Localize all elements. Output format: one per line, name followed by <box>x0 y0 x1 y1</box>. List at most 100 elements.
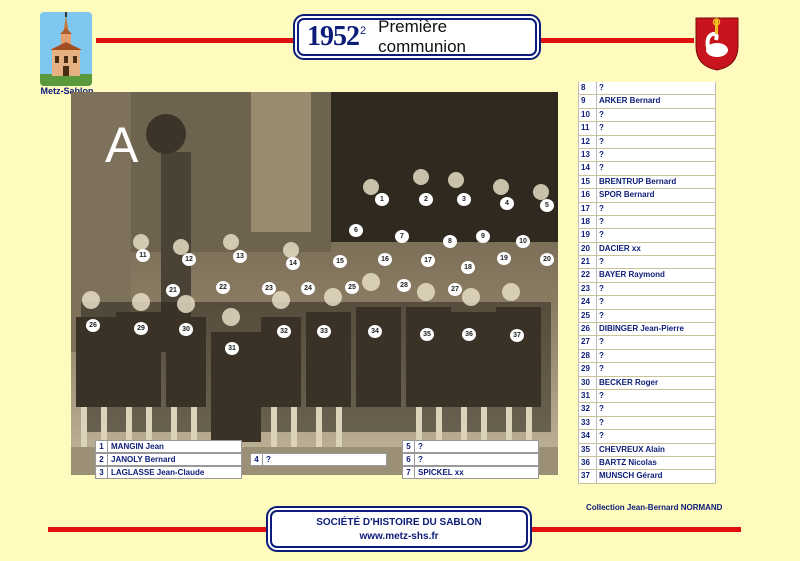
name-row-3: 3 LAGLASSE Jean-Claude <box>95 466 242 479</box>
marker-12: 12 <box>182 253 196 266</box>
marker-18: 18 <box>461 261 475 274</box>
list-item-number: 14 <box>578 162 596 175</box>
list-item-name: ? <box>596 430 716 443</box>
name-row-5: 5 ? <box>402 440 539 453</box>
list-item-number: 25 <box>578 309 596 323</box>
list-item-name: ARKER Bernard <box>596 95 716 108</box>
list-item-name: ? <box>596 282 716 296</box>
list-item-number: 30 <box>578 376 596 389</box>
list-item: 33? <box>578 416 716 431</box>
list-item: 8? <box>578 82 716 96</box>
list-item-number: 29 <box>578 363 596 376</box>
page-title: Première communion <box>378 17 466 56</box>
list-item: 15 BRENTRUP Bernard <box>578 175 716 190</box>
list-item-name: ? <box>596 148 716 162</box>
name-number: 1 <box>95 440 107 453</box>
list-item: 37 MUNSCH Gérard <box>578 470 716 484</box>
list-item-name: BARTZ Nicolas <box>596 456 716 470</box>
title-banner: 1952 2 Première communion <box>297 17 537 56</box>
marker-9: 9 <box>476 230 490 243</box>
church-logo <box>40 12 92 86</box>
name-value: ? <box>262 453 387 466</box>
list-item: 13? <box>578 148 716 163</box>
list-item: 18? <box>578 215 716 230</box>
marker-2: 2 <box>419 193 433 206</box>
marker-30: 30 <box>179 323 193 336</box>
list-item-number: 28 <box>578 349 596 363</box>
marker-8: 8 <box>443 235 457 248</box>
list-item: 12? <box>578 135 716 149</box>
marker-21: 21 <box>166 284 180 297</box>
name-row-4: 4 ? <box>250 453 387 466</box>
marker-4: 4 <box>500 197 514 210</box>
marker-16: 16 <box>378 253 392 266</box>
list-item: 23? <box>578 282 716 297</box>
title-year-sup: 2 <box>360 25 367 37</box>
list-item: 9 ARKER Bernard <box>578 95 716 109</box>
list-item: 21? <box>578 256 716 270</box>
group-photo <box>71 92 558 475</box>
list-item-name: ? <box>596 256 716 269</box>
marker-14: 14 <box>286 257 300 270</box>
header-rule-right <box>537 38 694 43</box>
list-item-name: ? <box>596 215 716 229</box>
list-item: 10? <box>578 108 716 123</box>
name-row-7: 7 SPICKEL xx <box>402 466 539 479</box>
list-item-name: ? <box>596 349 716 363</box>
marker-11: 11 <box>136 249 150 262</box>
marker-19: 19 <box>497 252 511 265</box>
list-item: 30 BECKER Roger <box>578 376 716 390</box>
right-name-list: 8? 9 ARKER Bernard 10? 11? 12? 13? 14? 15 BRENTRU… <box>578 82 716 484</box>
name-number: 4 <box>250 453 262 466</box>
list-item-number: 15 <box>578 175 596 189</box>
list-item: 35 CHEVREUX Alain <box>578 443 716 457</box>
marker-23: 23 <box>262 282 276 295</box>
list-item-name: ? <box>596 389 716 403</box>
marker-7: 7 <box>395 230 409 243</box>
list-item: 31? <box>578 389 716 404</box>
website-link[interactable]: www.metz-shs.fr <box>272 531 526 542</box>
list-item: 25? <box>578 309 716 324</box>
marker-26: 26 <box>86 319 100 332</box>
list-item-name: ? <box>596 403 716 416</box>
list-item: 24? <box>578 296 716 310</box>
list-item-name: ? <box>596 82 716 95</box>
collection-credit: Collection Jean-Bernard NORMAND <box>586 503 723 512</box>
list-item-number: 8 <box>578 82 596 95</box>
list-item-name: BAYER Raymond <box>596 269 716 282</box>
list-item-number: 36 <box>578 456 596 470</box>
list-item-number: 20 <box>578 242 596 256</box>
list-item-number: 24 <box>578 296 596 309</box>
list-item-number: 26 <box>578 323 596 336</box>
photo-letter: A <box>105 117 139 173</box>
marker-20: 20 <box>540 253 554 266</box>
list-item-name: CHEVREUX Alain <box>596 443 716 456</box>
list-item: 20 DACIER xx <box>578 242 716 257</box>
name-value: MANGIN Jean <box>107 440 242 453</box>
list-item-number: 27 <box>578 336 596 349</box>
list-item-name: MUNSCH Gérard <box>596 470 716 483</box>
list-item-number: 32 <box>578 403 596 416</box>
list-item-number: 33 <box>578 416 596 430</box>
list-item-number: 16 <box>578 189 596 202</box>
name-value: ? <box>414 440 539 453</box>
list-item-name: ? <box>596 108 716 122</box>
list-item: 32? <box>578 403 716 417</box>
list-item: 28? <box>578 349 716 364</box>
list-item-name: SPOR Bernard <box>596 189 716 202</box>
marker-35: 35 <box>420 328 434 341</box>
name-number: 3 <box>95 466 107 479</box>
list-item-name: ? <box>596 229 716 242</box>
list-item: 22 BAYER Raymond <box>578 269 716 283</box>
list-item-number: 21 <box>578 256 596 269</box>
marker-3: 3 <box>457 193 471 206</box>
name-row-2: 2 JANOLY Bernard <box>95 453 242 466</box>
list-item-name: DACIER xx <box>596 242 716 256</box>
marker-37: 37 <box>510 329 524 342</box>
list-item-name: ? <box>596 363 716 376</box>
list-item: 26 DIBINGER Jean-Pierre <box>578 323 716 337</box>
list-item-number: 31 <box>578 389 596 403</box>
list-item-name: ? <box>596 336 716 349</box>
list-item: 27? <box>578 336 716 350</box>
marker-10: 10 <box>516 235 530 248</box>
